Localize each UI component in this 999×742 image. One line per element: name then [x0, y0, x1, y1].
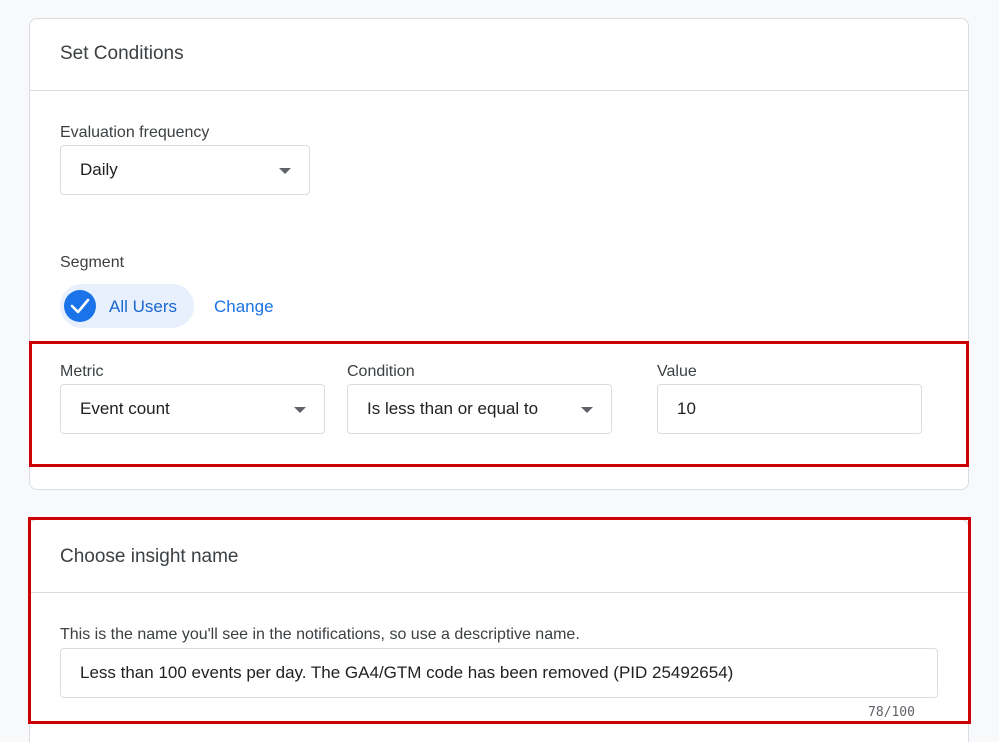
set-conditions-title: Set Conditions [60, 43, 184, 64]
insight-helper-text: This is the name you'll see in the notif… [60, 626, 580, 643]
condition-value: Is less than or equal to [367, 399, 539, 418]
metric-value: Event count [80, 399, 170, 418]
change-segment-link[interactable]: Change [214, 297, 274, 317]
condition-label: Condition [347, 363, 415, 380]
insight-name-text: Less than 100 events per day. The GA4/GT… [80, 663, 734, 682]
value-label: Value [657, 363, 697, 380]
chevron-down-icon [581, 407, 593, 413]
value-input[interactable]: 10 [657, 384, 922, 434]
metric-select[interactable]: Event count [60, 384, 325, 434]
insight-name-title: Choose insight name [60, 546, 239, 567]
check-circle-icon [64, 290, 96, 322]
chevron-down-icon [294, 407, 306, 413]
evaluation-frequency-label: Evaluation frequency [60, 124, 210, 141]
insight-name-card: Choose insight name This is the name you… [29, 519, 969, 742]
set-conditions-card: Set Conditions Evaluation frequency Dail… [29, 18, 969, 490]
insight-name-input[interactable]: Less than 100 events per day. The GA4/GT… [60, 648, 938, 698]
metric-label: Metric [60, 363, 104, 380]
segment-chip-all-users[interactable]: All Users [60, 284, 194, 328]
chevron-down-icon [279, 168, 291, 174]
insight-name-header: Choose insight name [30, 520, 968, 593]
value-input-text: 10 [677, 399, 696, 418]
character-counter: 78/100 [868, 705, 915, 720]
segment-label: Segment [60, 254, 125, 271]
segment-chip-label: All Users [109, 297, 178, 316]
evaluation-frequency-select[interactable]: Daily [60, 145, 310, 195]
set-conditions-header: Set Conditions [30, 19, 968, 91]
condition-select[interactable]: Is less than or equal to [347, 384, 612, 434]
evaluation-frequency-value: Daily [80, 160, 118, 179]
